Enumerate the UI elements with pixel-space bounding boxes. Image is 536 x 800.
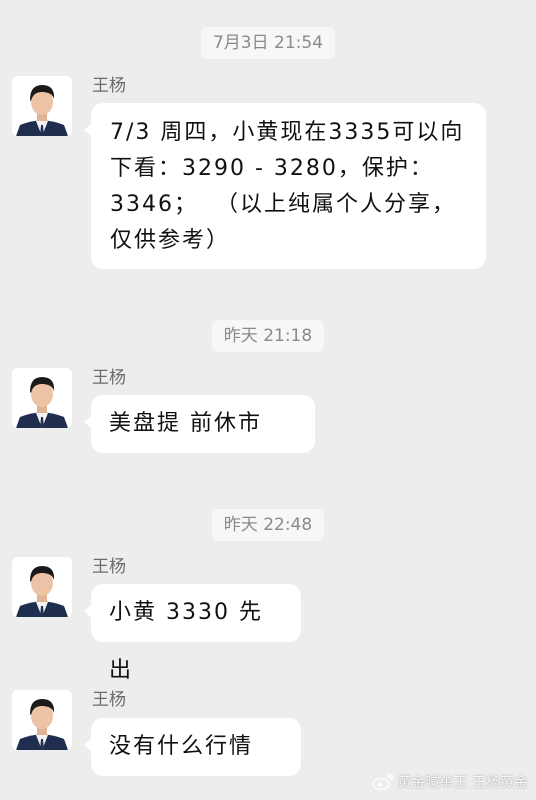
sender-name: 王杨 [92,557,126,577]
chat-screen: { "chat": { "sender_name": "王杨", "timest… [0,0,536,800]
message-bubble[interactable]: 7/3 周四，小黄现在3335可以向下看：3290 - 3280，保护：3346… [84,103,486,269]
sender-avatar[interactable] [12,557,72,617]
message-bubble[interactable]: 没有什么行情 [84,718,301,776]
message-timestamp: 7月3日 21:54 [200,27,336,59]
weibo-watermark: 黄金喊单王 王杨黄金 [371,772,528,792]
person-avatar-icon [12,368,72,428]
sender-name: 王杨 [92,690,126,710]
person-avatar-icon [12,690,72,750]
message-bubble[interactable]: 小黄 3330 先出 [84,584,301,683]
message-text: 小黄 3330 先出 [109,600,263,683]
sender-name: 王杨 [92,76,126,96]
sender-avatar[interactable] [12,368,72,428]
sender-name: 王杨 [92,368,126,388]
message-text: 美盘提 前休市 [109,411,262,436]
message-text: 7/3 周四，小黄现在3335可以向下看：3290 - 3280，保护：3346… [110,120,465,253]
sender-avatar[interactable] [12,690,72,750]
weibo-icon [371,773,394,791]
person-avatar-icon [12,557,72,617]
message-text: 没有什么行情 [109,734,254,759]
message-timestamp: 昨天 21:18 [211,320,325,352]
sender-avatar[interactable] [12,76,72,136]
person-avatar-icon [12,76,72,136]
watermark-text: 黄金喊单王 王杨黄金 [397,775,528,791]
message-timestamp: 昨天 22:48 [211,509,325,541]
message-bubble[interactable]: 美盘提 前休市 [84,395,315,453]
